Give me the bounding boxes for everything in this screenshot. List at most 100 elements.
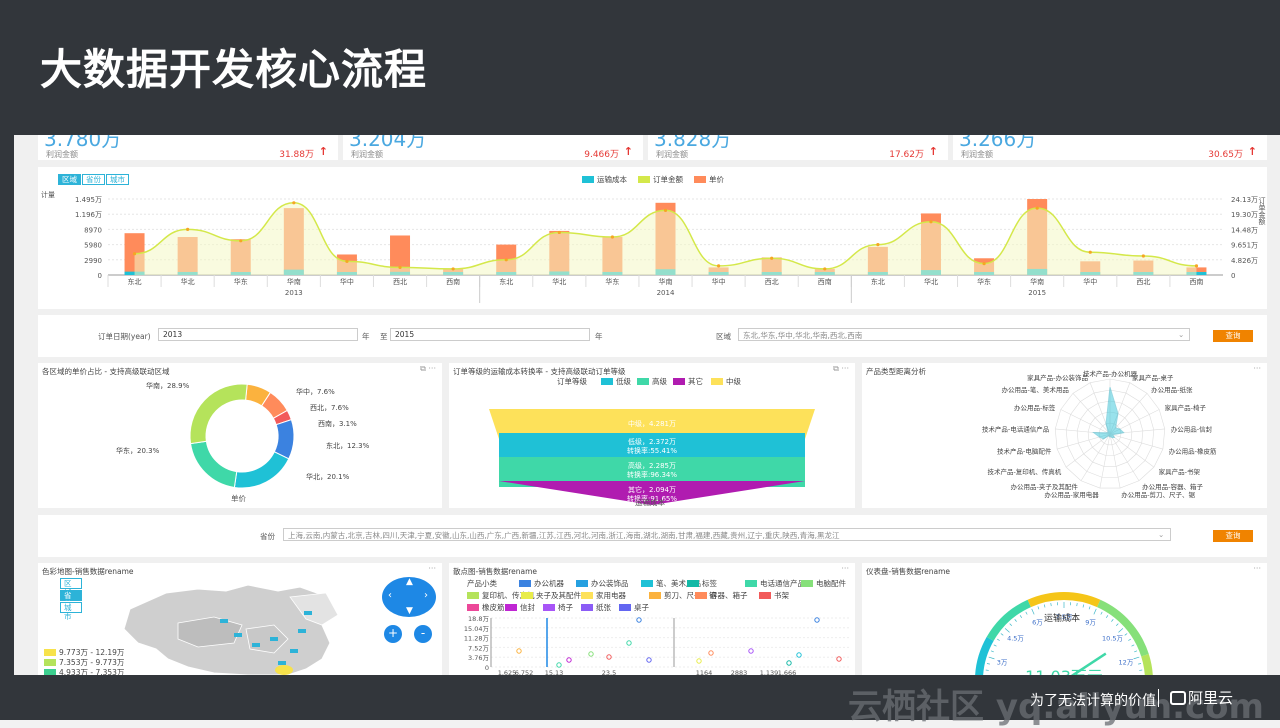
x-tick-label: 西北 bbox=[765, 278, 779, 286]
scatter-point bbox=[749, 649, 753, 653]
slice-label: 华中，7.6% bbox=[296, 387, 335, 396]
x-tick-label: 西南 bbox=[1189, 277, 1203, 286]
scatter-chart-card: 散点图-销售数据rename ··· 产品小类办公机器办公装饰品笔、美术用品标签… bbox=[449, 563, 855, 675]
gauge-chart: 01.5万3万4.5万6万7.5万9万10.5万12万13.5万15万运输成本1… bbox=[862, 563, 1267, 675]
scatter-point bbox=[647, 658, 651, 662]
y-tick-label: 1.495万 bbox=[75, 196, 102, 204]
radar-label: 技术产品-电脑配件 bbox=[997, 447, 1052, 456]
pan-down-icon[interactable]: ▼ bbox=[406, 606, 413, 616]
funnel-rate: 转换率:55.41% bbox=[627, 446, 677, 455]
order-point bbox=[1036, 207, 1039, 210]
year-from-input[interactable]: 2013 bbox=[158, 328, 358, 341]
query-button[interactable]: 查询 bbox=[1213, 330, 1253, 342]
gauge-tick bbox=[1118, 628, 1122, 632]
slice-label: 华北，20.1% bbox=[306, 472, 350, 481]
x-tick-label: 东北 bbox=[128, 277, 142, 286]
x-tick-label: 华南 bbox=[1030, 277, 1044, 286]
kpi-label: 利润金额 bbox=[351, 149, 383, 160]
gauge-tick bbox=[1134, 657, 1140, 659]
order-point bbox=[345, 260, 348, 263]
order-point bbox=[1089, 251, 1092, 254]
scatter-point bbox=[697, 659, 701, 663]
radar-chart-card: 产品类型距离分析 ··· 技术产品-办公机器家具产品-桌子办公用品-纸张家具产品… bbox=[862, 363, 1267, 508]
scatter-point bbox=[797, 653, 801, 657]
region-label: 区域 bbox=[716, 331, 731, 342]
slice-label: 华东，20.3% bbox=[116, 446, 160, 455]
radar-label: 家具产品-办公装饰品 bbox=[1027, 373, 1088, 382]
gauge-tick bbox=[991, 651, 994, 652]
gauge-tick bbox=[1083, 605, 1084, 608]
pan-up-icon[interactable]: ▲ bbox=[406, 577, 413, 587]
radar-label: 办公用品-家用电器 bbox=[1044, 490, 1099, 499]
gauge-tick bbox=[1132, 645, 1135, 646]
y2-tick-label: 9.651万 bbox=[1231, 242, 1258, 250]
gauge-tick bbox=[1101, 612, 1102, 615]
x-tick-label: 西南 bbox=[818, 277, 832, 286]
up-arrow-icon: ↑ bbox=[929, 145, 938, 158]
pie-caption: 单价 bbox=[231, 493, 246, 504]
order-point bbox=[929, 220, 932, 223]
filter-bar-date: 订单日期(year) 2013 年 至 2015 年 区域 东北,华东,华中,华… bbox=[38, 315, 1267, 357]
scatter-point bbox=[567, 658, 571, 662]
y-tick-label: 18.8万 bbox=[468, 615, 489, 623]
order-point bbox=[452, 267, 455, 270]
gauge-tick bbox=[1015, 619, 1017, 621]
slice-label: 华南，28.9% bbox=[146, 381, 190, 390]
pie-chart-card: 各区域的单价占比 - 支持高级联动区域 ⧉ ··· 华中，7.6%西北，7.6%… bbox=[38, 363, 442, 508]
order-point bbox=[611, 235, 614, 238]
gauge-tick bbox=[1089, 606, 1090, 609]
order-point bbox=[558, 231, 561, 234]
order-area bbox=[135, 203, 1197, 275]
funnel-label: 低级，2.372万 bbox=[628, 437, 676, 446]
gauge-tick bbox=[1020, 615, 1022, 617]
query-button[interactable]: 查询 bbox=[1213, 530, 1253, 542]
chevron-down-icon[interactable]: ⌄ bbox=[1178, 330, 1184, 339]
gauge-tick bbox=[1044, 605, 1045, 608]
pan-right-icon[interactable]: › bbox=[424, 590, 428, 601]
gauge-tick-label: 4.5万 bbox=[1007, 635, 1024, 643]
scatter-point bbox=[787, 661, 791, 665]
chevron-down-icon[interactable]: ⌄ bbox=[1158, 530, 1164, 539]
pan-left-icon[interactable]: ‹ bbox=[388, 590, 392, 601]
radar-label: 家具产品-椅子 bbox=[1165, 403, 1207, 412]
funnel-label: 中级，4.281万 bbox=[628, 419, 676, 428]
gauge-tick bbox=[987, 663, 990, 664]
order-point bbox=[823, 267, 826, 270]
order-point bbox=[239, 239, 242, 242]
up-arrow-icon: ↑ bbox=[319, 145, 328, 158]
zoom-in-button[interactable]: + bbox=[384, 625, 402, 643]
gauge-band bbox=[1137, 655, 1149, 675]
y-tick-label: 1.196万 bbox=[75, 211, 102, 219]
donut-chart: 华中，7.6%西北，7.6%西南，3.1%东北，12.3%华北，20.1%华东，… bbox=[38, 363, 442, 508]
y-tick-label: 5980 bbox=[84, 242, 102, 250]
order-point bbox=[292, 201, 295, 204]
y2-tick-label: 14.48万 bbox=[1231, 226, 1258, 234]
gauge-tick-label: 6万 bbox=[1032, 619, 1043, 627]
kpi-card: 3.266万 利润金额 30.65万 ↑ bbox=[953, 135, 1267, 160]
scatter-point bbox=[709, 651, 713, 655]
gauge-tick bbox=[997, 639, 1000, 641]
gauge-tick bbox=[1134, 651, 1137, 652]
y-tick-label: 0 bbox=[98, 272, 102, 280]
zoom-out-button[interactable]: - bbox=[414, 625, 432, 643]
scatter-point bbox=[627, 641, 631, 645]
province-select[interactable]: 上海,云南,内蒙古,北京,吉林,四川,天津,宁夏,安徽,山东,山西,广东,广西,… bbox=[283, 528, 1171, 541]
gauge-tick bbox=[1001, 634, 1003, 636]
radar-label: 技术产品-电话通信产品 bbox=[982, 424, 1049, 433]
y2-tick-label: 24.13万 bbox=[1231, 196, 1258, 204]
radar-label: 办公用品-纸张 bbox=[1151, 385, 1193, 394]
gauge-tick bbox=[1005, 628, 1009, 632]
region-select[interactable]: 东北,华东,华中,华北,华南,西北,西南 bbox=[738, 328, 1190, 341]
y-tick-label: 11.28万 bbox=[464, 635, 490, 643]
kpi-label: 利润金额 bbox=[46, 149, 78, 160]
year-to-input[interactable]: 2015 bbox=[390, 328, 590, 341]
gauge-tick bbox=[1038, 606, 1039, 609]
pan-control[interactable]: ▲ ▼ ‹ › bbox=[382, 577, 436, 617]
x-tick-label: 东北 bbox=[499, 277, 513, 286]
x-tick-label: 西南 bbox=[446, 277, 460, 286]
gauge-card: 仪表盘-销售数据rename ··· 01.5万3万4.5万6万7.5万9万10… bbox=[862, 563, 1267, 675]
year-unit: 年 bbox=[362, 331, 370, 342]
gauge-tick bbox=[989, 657, 995, 659]
radar-label: 办公用品-笔、美术用品 bbox=[1002, 385, 1069, 394]
gauge-label: 运输成本 bbox=[1044, 612, 1080, 624]
